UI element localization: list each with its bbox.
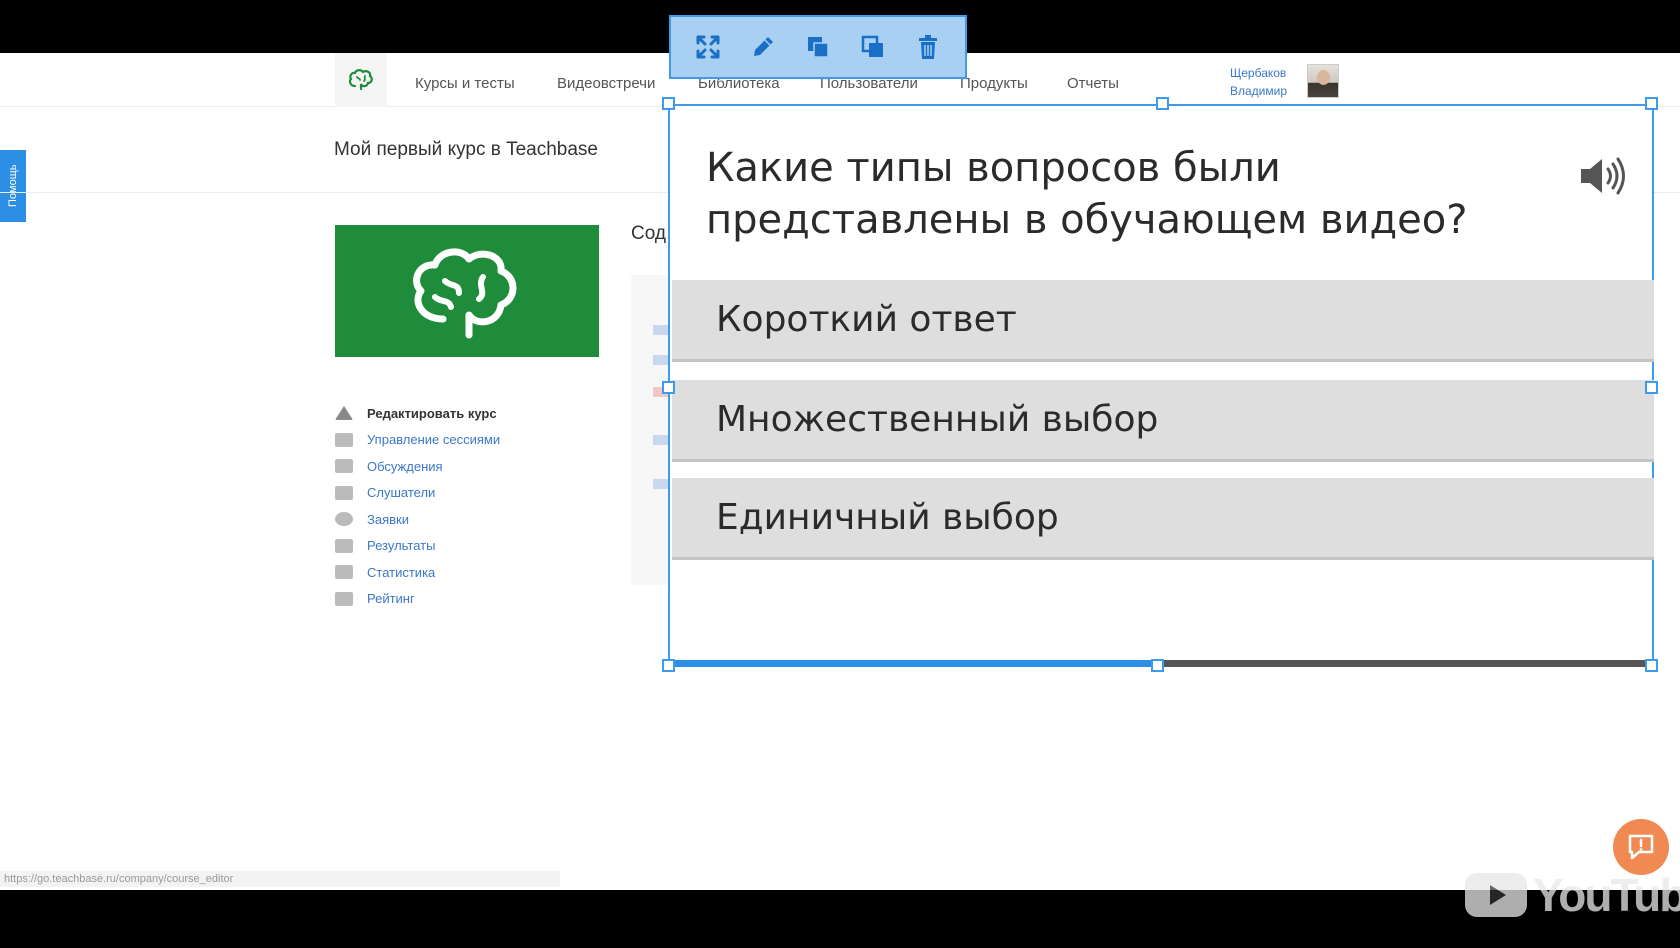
resize-handle-w[interactable] [662,381,675,394]
brain-cover-icon [413,248,517,339]
quiz-question-text: Какие типы вопросов были представлены в … [706,145,1468,243]
bring-front-icon[interactable] [803,32,833,62]
resize-handle-n[interactable] [1156,97,1169,110]
pencil-icon[interactable] [748,32,778,62]
resize-handle-nw[interactable] [662,97,675,110]
youtube-watermark: YouTube [1465,868,1680,922]
help-tab[interactable]: Помощь [0,150,26,222]
table-icon [335,432,353,447]
menu-item-discussions[interactable]: Обсуждения [335,453,500,480]
resize-handle-se[interactable] [1645,659,1658,672]
menu-item-edit-course[interactable]: Редактировать курс [335,400,500,427]
video-frame: Курсы и тесты Видеовстречи Библиотека По… [0,0,1680,948]
menu-item-requests[interactable]: Заявки [335,506,500,533]
quiz-question-block[interactable]: Какие типы вопросов были представлены в … [668,104,1654,667]
speaker-icon[interactable] [1577,154,1627,198]
menu-item-listeners[interactable]: Слушатели [335,480,500,507]
teachbase-logo[interactable] [335,53,387,107]
resize-handle-ne[interactable] [1645,97,1658,110]
chat-bubble-icon [1628,834,1654,860]
nav-reports[interactable]: Отчеты [1067,75,1119,92]
expand-icon[interactable] [693,32,723,62]
answer-option[interactable]: Множественный выбор [672,380,1654,462]
resize-handle-s[interactable] [1151,659,1164,672]
menu-item-results[interactable]: Результаты [335,533,500,560]
user-name[interactable]: Щербаков Владимир [1230,64,1300,100]
quiz-progress-fill [672,660,1153,667]
browser-status-url: https://go.teachbase.ru/company/course_e… [0,871,560,887]
menu-item-sessions[interactable]: Управление сессиями [335,427,500,454]
course-title: Мой первый курс в Teachbase [334,139,598,160]
resize-handle-e[interactable] [1645,381,1658,394]
youtube-play-icon [1465,873,1527,917]
send-back-icon[interactable] [858,32,888,62]
course-side-menu: Редактировать курс Управление сессиями О… [335,400,500,612]
results-icon [335,538,353,553]
answer-option[interactable]: Короткий ответ [672,280,1654,362]
home-icon [335,406,353,421]
youtube-wordmark: YouTube [1533,869,1680,921]
menu-item-rating[interactable]: Рейтинг [335,586,500,613]
menu-item-statistics[interactable]: Статистика [335,559,500,586]
answer-option[interactable]: Единичный выбор [672,478,1654,560]
avatar[interactable] [1307,64,1339,98]
trash-icon[interactable] [913,32,943,62]
support-chat-button[interactable] [1613,819,1669,875]
clock-icon [335,512,353,527]
brain-logo-icon [348,69,373,91]
trophy-icon [335,591,353,606]
chart-icon [335,565,353,580]
nav-meetings[interactable]: Видеовстречи [557,75,655,92]
nav-courses[interactable]: Курсы и тесты [415,75,515,92]
nav-products[interactable]: Продукты [960,75,1028,92]
element-edit-toolbar [669,15,967,79]
user-icon [335,485,353,500]
content-heading: Сод [631,223,666,244]
content-table [631,275,671,585]
chat-icon [335,459,353,474]
resize-handle-sw[interactable] [662,659,675,672]
course-cover-image [335,225,599,357]
